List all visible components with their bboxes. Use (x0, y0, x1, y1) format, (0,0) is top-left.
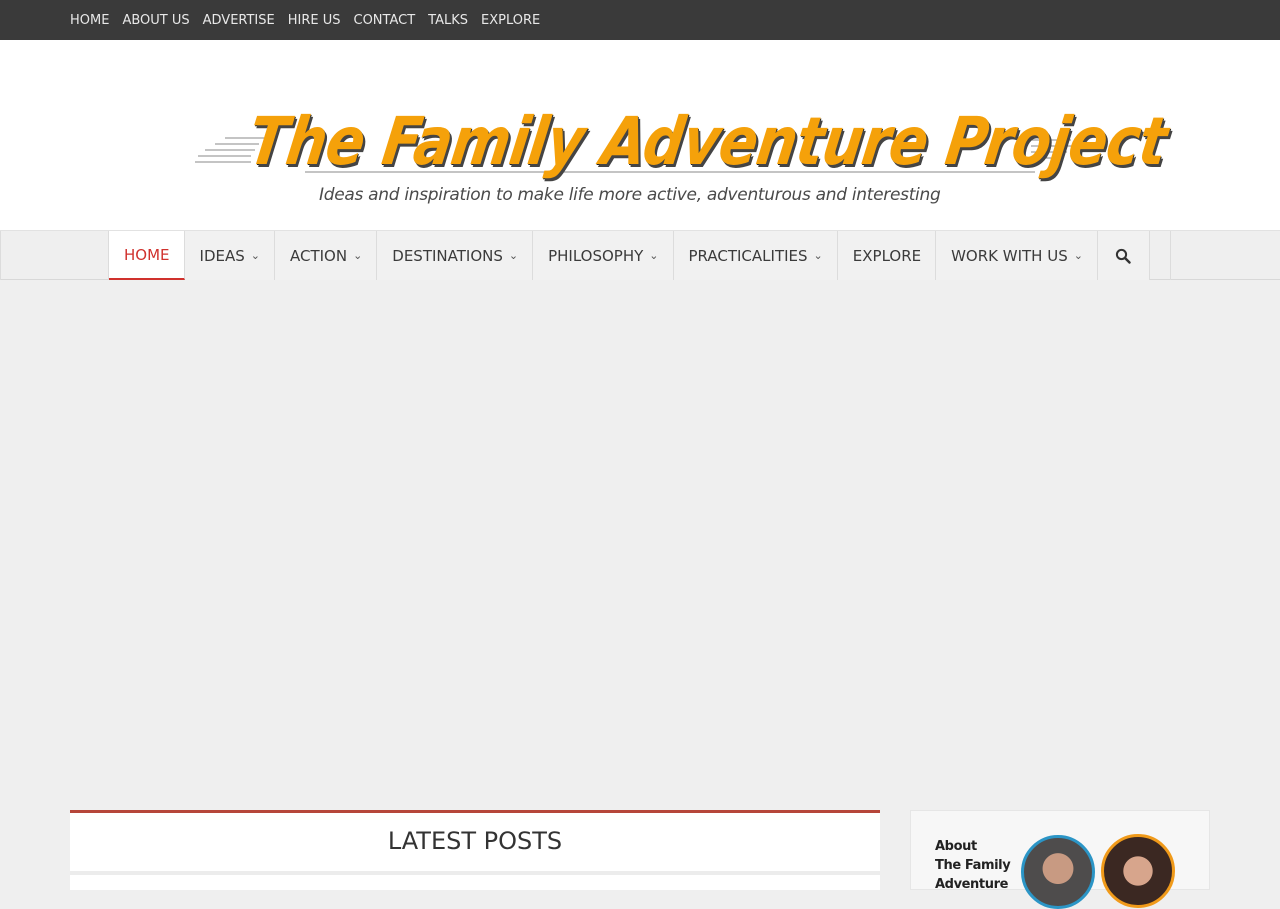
nav-work-with-us[interactable]: WORK WITH US ⌄ (936, 231, 1098, 280)
main-nav-items: HOME IDEAS ⌄ ACTION ⌄ DESTINATIONS ⌄ PHI… (108, 231, 1150, 280)
nav-ideas-label: IDEAS (199, 246, 245, 265)
nav-practicalities-label: PRACTICALITIES (688, 246, 808, 265)
search-icon (1116, 248, 1132, 264)
about-line: Adventure (935, 877, 1009, 892)
top-bar: HOME ABOUT US ADVERTISE HIRE US CONTACT … (0, 0, 1280, 40)
nav-search-button[interactable] (1097, 231, 1150, 280)
nav-action[interactable]: ACTION ⌄ (274, 231, 378, 280)
latest-posts-title: LATEST POSTS (387, 827, 563, 855)
author-photo-man (1021, 835, 1095, 909)
nav-destinations-label: DESTINATIONS (392, 246, 503, 265)
top-nav-contact[interactable]: CONTACT (354, 13, 416, 28)
nav-philosophy[interactable]: PHILOSOPHY ⌄ (533, 231, 674, 280)
nav-work-with-us-label: WORK WITH US (951, 246, 1068, 265)
site-logo[interactable]: The Family Adventure Project Ideas and i… (195, 100, 1171, 212)
chevron-down-icon: ⌄ (813, 249, 823, 262)
nav-left-cap (0, 231, 108, 280)
top-nav-hire-us[interactable]: HIRE US (288, 13, 341, 28)
about-widget-text: About The Family Adventure (935, 837, 1011, 894)
nav-destinations[interactable]: DESTINATIONS ⌄ (377, 231, 534, 280)
nav-practicalities[interactable]: PRACTICALITIES ⌄ (673, 231, 838, 280)
top-nav-explore[interactable]: EXPLORE (481, 13, 540, 28)
latest-posts-panel: LATEST POSTS (70, 810, 880, 890)
nav-action-label: ACTION (289, 246, 348, 265)
site-header: The Family Adventure Project Ideas and i… (0, 40, 1280, 230)
top-nav: HOME ABOUT US ADVERTISE HIRE US CONTACT … (0, 0, 1280, 40)
top-nav-advertise[interactable]: ADVERTISE (203, 13, 275, 28)
chevron-down-icon: ⌄ (649, 249, 659, 262)
chevron-down-icon: ⌄ (508, 249, 519, 262)
nav-home[interactable]: HOME (109, 231, 185, 280)
logo-tagline: Ideas and inspiration to make life more … (319, 185, 941, 205)
nav-home-label: HOME (124, 245, 170, 264)
logo-title: The Family Adventure Project (243, 103, 1172, 180)
nav-ideas[interactable]: IDEAS ⌄ (184, 231, 275, 280)
nav-explore-label: EXPLORE (852, 246, 922, 265)
author-photo-woman (1101, 834, 1175, 908)
nav-right-cap (1170, 231, 1280, 280)
top-nav-talks[interactable]: TALKS (428, 13, 468, 28)
nav-explore[interactable]: EXPLORE (837, 231, 937, 280)
main-nav: HOME IDEAS ⌄ ACTION ⌄ DESTINATIONS ⌄ PHI… (0, 230, 1280, 280)
about-line: The Family (935, 858, 1011, 873)
about-line: About (935, 839, 977, 854)
chevron-down-icon: ⌄ (250, 249, 260, 262)
top-nav-home[interactable]: HOME (70, 13, 109, 28)
latest-posts-divider (70, 871, 880, 875)
nav-philosophy-label: PHILOSOPHY (548, 246, 644, 265)
chevron-down-icon: ⌄ (353, 249, 363, 262)
about-widget[interactable]: About The Family Adventure (910, 810, 1210, 909)
chevron-down-icon: ⌄ (1073, 249, 1083, 262)
top-nav-about-us[interactable]: ABOUT US (122, 13, 189, 28)
